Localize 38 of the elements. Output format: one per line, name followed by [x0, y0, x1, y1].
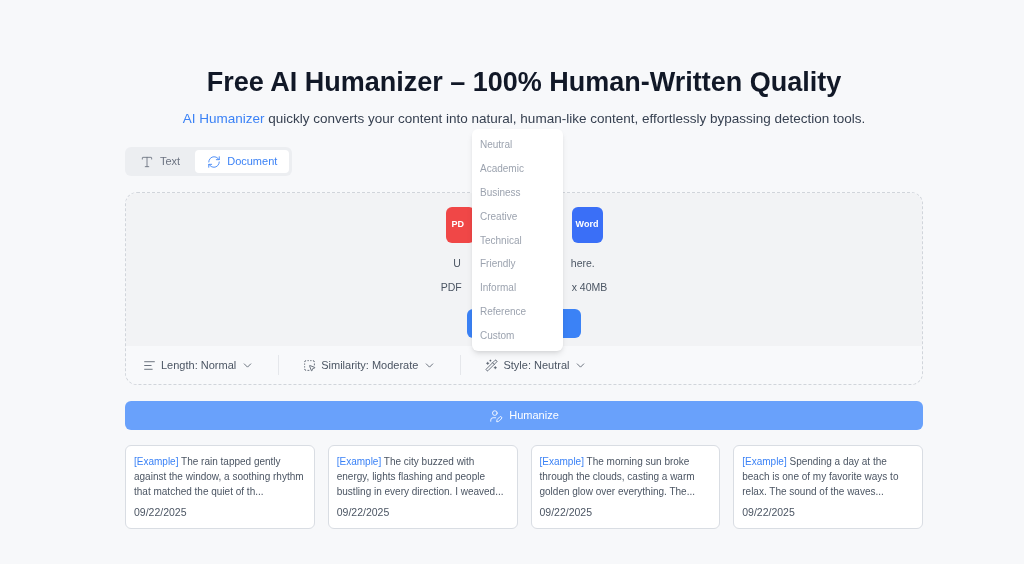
pdf-icon-label: PD	[451, 218, 464, 232]
file-limit-text: x 40MB	[571, 279, 608, 295]
example-text: [Example] The morning sun broke through the clouds, casting a warm golden glow over everything. The...	[539, 455, 696, 499]
example-card[interactable]: [Example] The morning sun broke through the clouds, casting a warm golden glow over everything. The... 09/22/2025	[530, 445, 721, 529]
style-option[interactable]: Creative	[472, 204, 563, 229]
wand-icon	[485, 358, 499, 372]
style-option[interactable]: Friendly	[472, 252, 563, 276]
page-title: Free AI Humanizer – 100% Human-Written Quality	[206, 66, 842, 98]
subtitle: quickly converts your content into natural, human-like content, effortlessly bypassing detection tools.	[268, 111, 866, 126]
option-dropdown[interactable]: Style: Neutral	[485, 356, 588, 374]
user-pen-icon	[489, 408, 504, 423]
option-dropdown[interactable]: Length: Normal	[143, 356, 255, 374]
example-card[interactable]: [Example] Spending a day at the beach is one of my favorite ways to relax. The sound of the waves... 09/22/2025	[733, 445, 923, 529]
example-date: 09/22/2025	[336, 505, 391, 520]
style-option[interactable]: Neutral	[472, 133, 563, 157]
file-limit-text: PDF	[440, 279, 462, 295]
mode-tab[interactable]: Document	[195, 150, 290, 173]
style-option[interactable]: Informal	[472, 275, 563, 300]
example-date: 09/22/2025	[742, 505, 796, 520]
option-dropdown[interactable]: Similarity: Moderate	[303, 356, 437, 374]
upload-hint: here.	[570, 256, 595, 271]
style-option[interactable]: Technical	[472, 228, 563, 252]
example-text: [Example] Spending a day at the beach is one of my favorite ways to relax. The sound of the waves...	[742, 455, 900, 499]
humanizer-link[interactable]: AI Humanizer	[182, 111, 265, 126]
upload-hint: U	[453, 256, 461, 271]
example-card[interactable]: [Example] The rain tapped gently against the window, a soothing rhythm that matched the quiet of th... 09/22/2025	[125, 445, 315, 529]
word-icon-label: Word	[575, 218, 599, 232]
example-card[interactable]: [Example] The city buzzed with energy, lights flashing and people bustling in every direction. I weaved... 09/22/2025	[327, 445, 518, 529]
humanize-button[interactable]: Humanize	[125, 401, 923, 430]
example-text: [Example] The rain tapped gently against the window, a soothing rhythm that matched the quiet of th...	[134, 455, 305, 499]
mode-tab[interactable]: Text	[128, 150, 193, 173]
style-option[interactable]: Academic	[472, 156, 563, 181]
example-text: [Example] The city buzzed with energy, lights flashing and people bustling in every direction. I weaved...	[336, 455, 505, 499]
example-date: 09/22/2025	[134, 505, 188, 520]
style-option[interactable]: Reference	[472, 299, 563, 324]
style-option[interactable]: Custom	[472, 323, 563, 348]
length-icon	[143, 358, 156, 372]
example-date: 09/22/2025	[539, 505, 594, 520]
